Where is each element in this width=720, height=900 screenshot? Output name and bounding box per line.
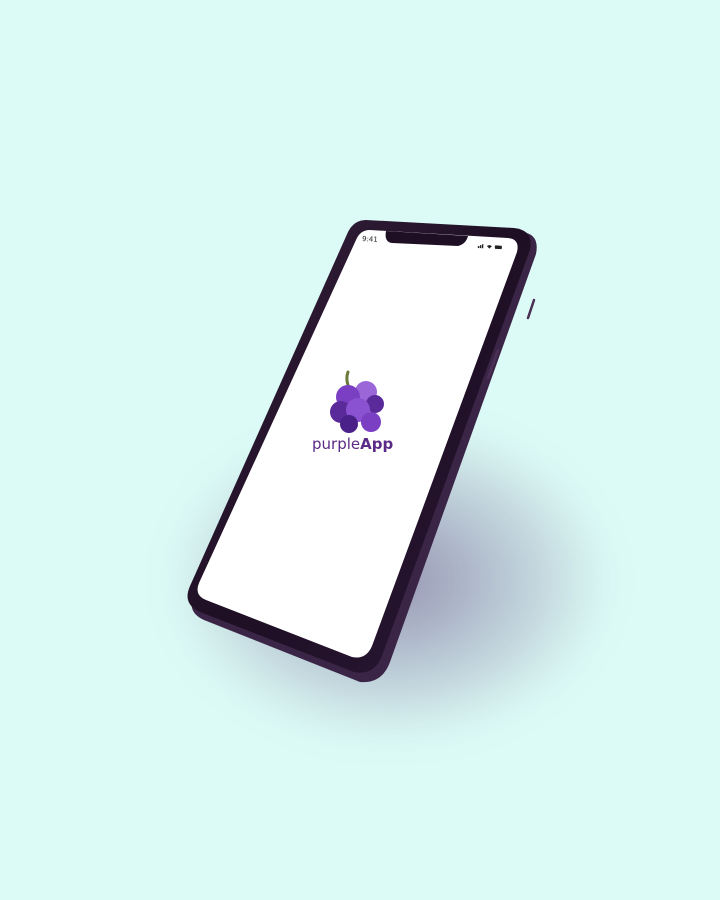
- brand-light: purple: [312, 435, 360, 453]
- phone-mockup: 9:41 purpleApp: [187, 220, 537, 683]
- battery-icon: [494, 245, 502, 250]
- brand-wordmark: purpleApp: [312, 435, 393, 453]
- side-button: [526, 298, 536, 320]
- brand-bold: App: [360, 435, 393, 453]
- status-time: 9:41: [362, 235, 378, 244]
- mockup-scene: 9:41 purpleApp: [0, 0, 720, 900]
